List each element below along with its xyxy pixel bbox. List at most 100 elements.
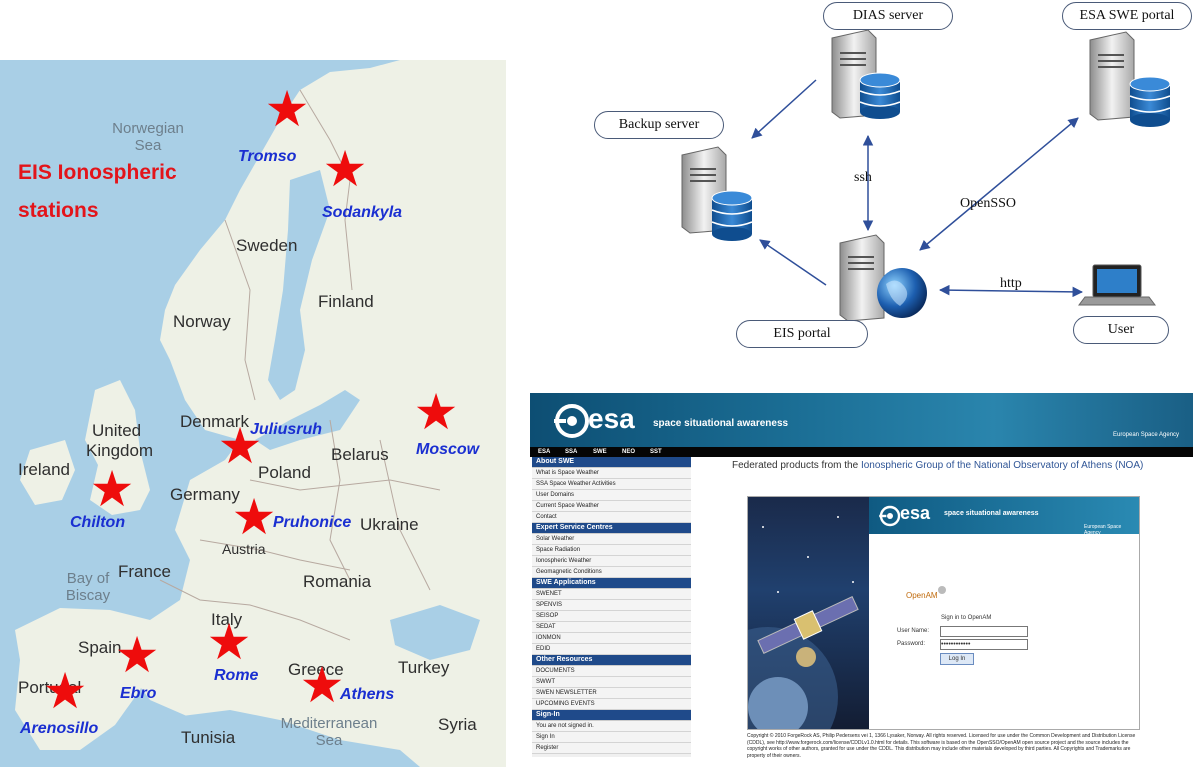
esa-agency-name: European Space Agency (1113, 432, 1180, 438)
sidebar-item[interactable]: SWENET (532, 589, 691, 600)
eis-portal-server-icon (839, 234, 927, 322)
sidebar-item[interactable]: Current Space Weather (532, 501, 691, 512)
login-header: esa space situational awareness European… (869, 497, 1139, 536)
country-poland: Poland (258, 463, 311, 482)
sea-label-norwegian: Norwegian Sea (108, 120, 188, 154)
node-eis-portal: EIS portal (736, 320, 868, 348)
username-input[interactable] (940, 626, 1028, 637)
country-finland: Finland (318, 292, 374, 311)
station-star-tromso: ★ (264, 81, 310, 137)
sidebar-item[interactable]: SEDAT (532, 622, 691, 633)
edge-eis-esa-sso (919, 117, 1079, 251)
sidebar-item[interactable]: Solar Weather (532, 534, 691, 545)
sea-label-norwegian-line-2: Sea (134, 137, 162, 154)
login-agency: European Space Agency (1084, 524, 1122, 536)
station-star-pruhonice: ★ (231, 489, 277, 545)
nav-ssa[interactable]: SSA (565, 447, 577, 457)
nav-neo[interactable]: NEO (622, 447, 635, 457)
architecture-diagram: DIAS server ESA SWE portal Backup server… (560, 0, 1200, 360)
nav-sst[interactable]: SST (650, 447, 662, 457)
station-label-ebro: Ebro (120, 685, 157, 702)
country-tunisia: Tunisia (181, 728, 236, 747)
esa-top-nav: ESA SSA SWE NEO SST (530, 447, 1193, 457)
openam-login-panel: esa space situational awareness European… (747, 496, 1140, 730)
map-title-line-2: stations (18, 199, 99, 222)
country-ukraine: Ukraine (360, 515, 419, 534)
dias-server-icon (831, 29, 901, 119)
sidebar-section-header: SWE Applications (532, 578, 691, 589)
password-label: Password: (897, 641, 926, 647)
edge-label-ssh: ssh (854, 170, 872, 185)
heading-noa-link[interactable]: Ionospheric Group of the National Observ… (861, 460, 1143, 471)
map-title-line-1: EIS Ionospheric (18, 161, 177, 184)
station-star-chilton: ★ (89, 461, 135, 517)
openam-logo: OpenAM (906, 591, 938, 600)
sidebar-section-header: About SWE (532, 457, 691, 468)
sidebar-item[interactable]: DOCUMENTS (532, 666, 691, 677)
sidebar-item[interactable]: SPENVIS (532, 600, 691, 611)
country-belarus: Belarus (331, 445, 389, 464)
sidebar-item[interactable]: EDID (532, 644, 691, 655)
heading-prefix: Federated products from the (732, 460, 861, 471)
sidebar-item[interactable]: UPCOMING EVENTS (532, 699, 691, 710)
username-label: User Name: (897, 628, 930, 634)
country-norway: Norway (173, 312, 231, 331)
nav-esa[interactable]: ESA (538, 447, 550, 457)
sidebar-item[interactable]: SWWT (532, 677, 691, 688)
station-label-juliusruh: Juliusruh (250, 421, 323, 438)
sidebar-item[interactable]: Geomagnetic Conditions (532, 567, 691, 578)
sidebar-section-header: Expert Service Centres (532, 523, 691, 534)
sidebar-item[interactable]: Register (532, 743, 691, 754)
login-button[interactable]: Log In (940, 653, 974, 665)
sidebar-item[interactable]: Ionospheric Weather (532, 556, 691, 567)
node-esa-swe-portal: ESA SWE portal (1062, 2, 1192, 30)
password-input[interactable]: •••••••••••• (940, 639, 1028, 650)
esa-swe-server-icon (1089, 31, 1171, 127)
country-uk-line-2: Kingdom (86, 441, 154, 460)
sea-label-mediterranean: Mediterranean Sea (274, 715, 384, 749)
esa-portal-screenshot: esa space situational awareness European… (530, 393, 1193, 767)
station-label-pruhonice: Pruhonice (273, 514, 352, 531)
node-backup-server: Backup server (594, 111, 724, 139)
nav-swe[interactable]: SWE (593, 447, 607, 457)
sidebar-item[interactable]: What is Space Weather (532, 468, 691, 479)
sidebar-item[interactable]: User Domains (532, 490, 691, 501)
login-esa-logo: esa (900, 503, 931, 523)
station-label-chilton: Chilton (70, 514, 126, 531)
sidebar-item[interactable]: Space Radiation (532, 545, 691, 556)
sidebar-item[interactable]: You are not signed in. (532, 721, 691, 732)
sea-label-mediterranean-line-1: Mediterranean (280, 715, 378, 732)
satellite-image (748, 497, 869, 729)
station-star-moscow: ★ (413, 384, 459, 440)
station-label-tromso: Tromso (238, 148, 297, 165)
esa-sidebar: About SWE What is Space Weather SSA Space … (532, 457, 691, 757)
country-turkey: Turkey (398, 658, 450, 677)
openam-footer: Copyright © 2010 ForgeRock AS, Philip Pe… (747, 733, 1136, 759)
sidebar-item[interactable]: Contact (532, 512, 691, 523)
sidebar-item[interactable]: Sign In (532, 732, 691, 743)
station-label-rome: Rome (214, 667, 259, 684)
sidebar-item[interactable]: SWEN NEWSLETTER (532, 688, 691, 699)
station-star-ebro: ★ (114, 627, 160, 683)
station-label-sodankyla: Sodankyla (322, 204, 403, 221)
esa-emblem-icon (554, 404, 589, 438)
sidebar-item[interactable]: SSA Space Weather Activities (532, 479, 691, 490)
openam-logo-icon (938, 586, 946, 594)
sidebar-item[interactable]: SEISOP (532, 611, 691, 622)
node-dias-server: DIAS server (823, 2, 953, 30)
country-romania: Romania (303, 572, 372, 591)
sea-label-norwegian-line-1: Norwegian (112, 120, 184, 137)
sidebar-section-header: Other Resources (532, 655, 691, 666)
country-sweden: Sweden (236, 236, 298, 255)
sidebar-section-header: Sign-In (532, 710, 691, 721)
sidebar-item[interactable]: IONMON (532, 633, 691, 644)
station-label-athens: Athens (340, 686, 395, 703)
user-laptop-icon (1078, 264, 1156, 306)
satellite-illustration (748, 516, 859, 729)
esa-logo: esa (588, 403, 635, 434)
station-star-sodankyla: ★ (322, 141, 368, 197)
station-star-arenosillo: ★ (42, 663, 88, 719)
station-label-arenosillo: Arenosillo (20, 720, 99, 737)
esa-banner: esa space situational awareness European… (530, 393, 1193, 447)
backup-server-icon (681, 146, 753, 241)
